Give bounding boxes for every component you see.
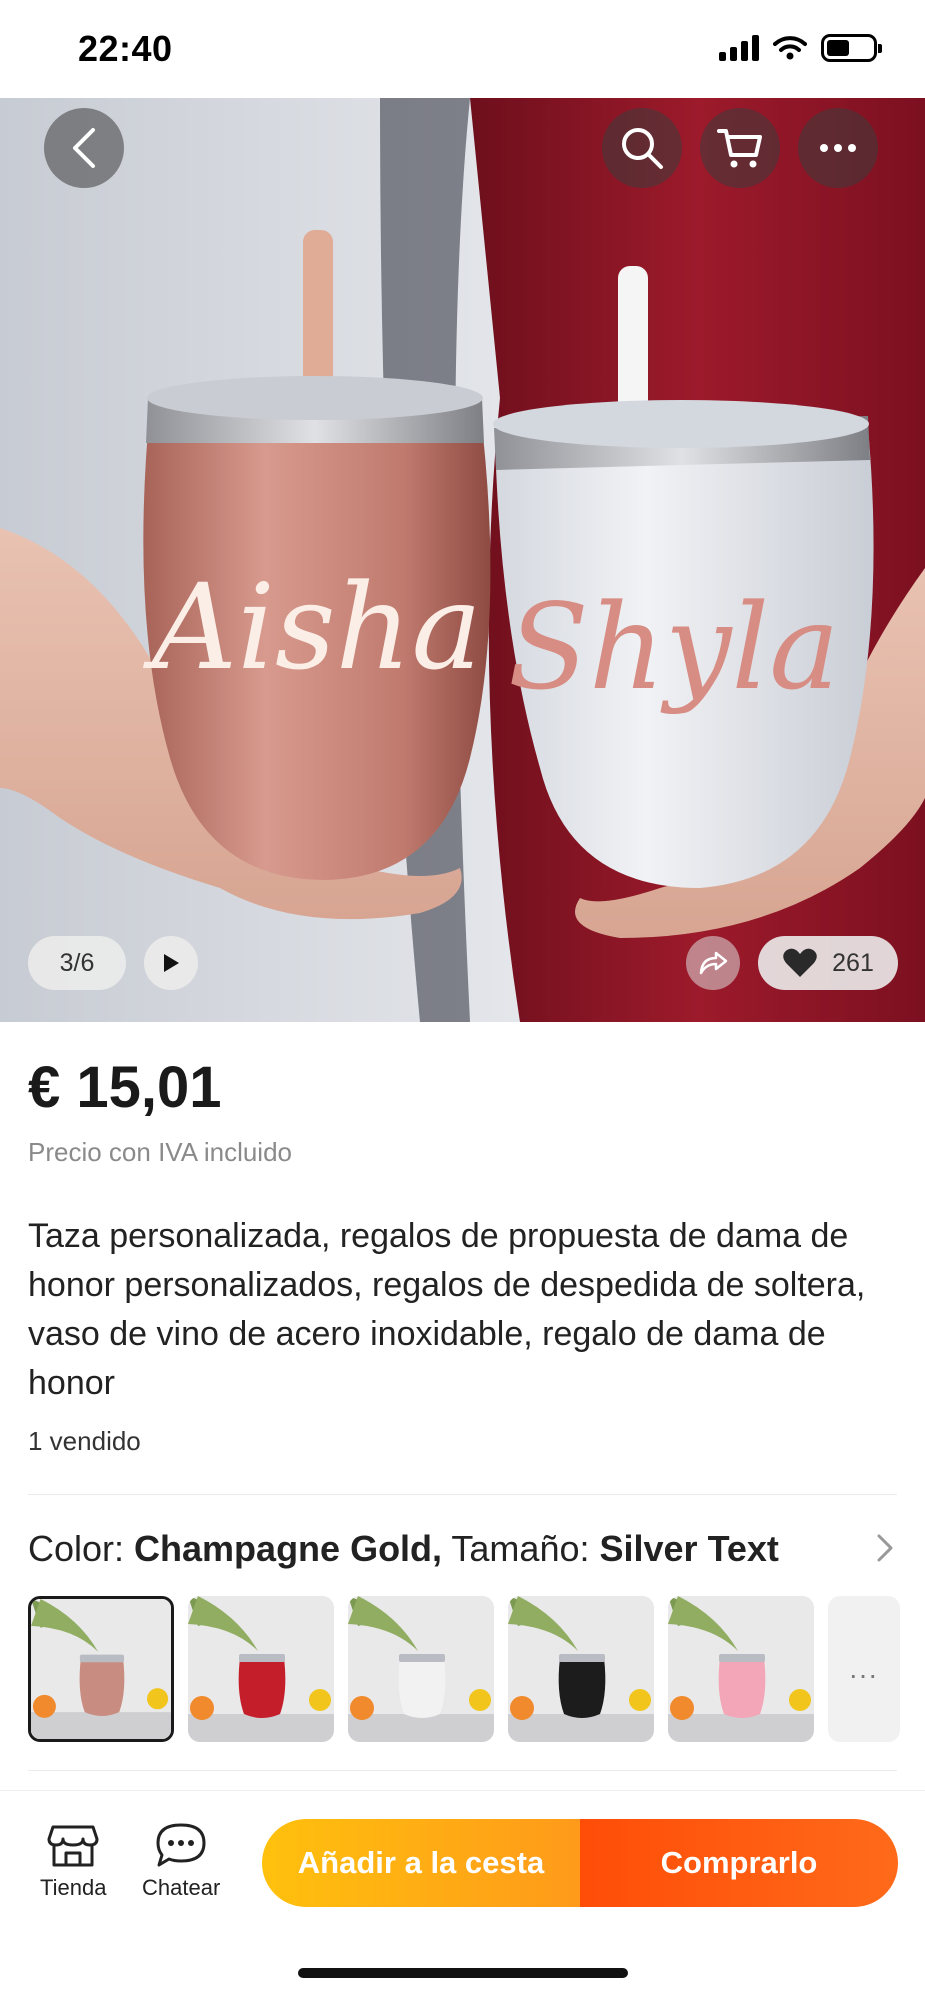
home-indicator [298,1968,628,1978]
variant-thumbnail-image [508,1596,654,1742]
variant-thumbnail[interactable] [508,1596,654,1742]
purchase-buttons: Añadir a la cesta Comprarlo [262,1819,898,1907]
variant-thumbnails: ... [28,1596,925,1742]
battery-icon [821,34,882,62]
cart-button[interactable] [700,108,780,188]
variant-thumbnail[interactable] [668,1596,814,1742]
status-icons [719,34,882,62]
variant-thumbnail-image [348,1596,494,1742]
cup-right-name: Shyla [508,578,840,716]
variant-thumbnail[interactable] [348,1596,494,1742]
image-counter-text: 3/6 [59,948,95,977]
color-label: Color: [28,1528,135,1569]
add-to-cart-button[interactable]: Añadir a la cesta [262,1819,580,1907]
product-photo: Aisha Shyla [0,98,925,1022]
more-icon [820,144,856,152]
wifi-icon [773,36,807,60]
variant-thumbnail[interactable] [28,1596,174,1742]
share-button[interactable] [686,936,740,990]
store-label: Tienda [40,1875,107,1900]
search-button[interactable] [602,108,682,188]
product-image[interactable]: Aisha Shyla 3/6 261 [0,98,925,1022]
size-value: Silver Text [599,1528,779,1569]
divider [28,1494,897,1495]
chat-button[interactable]: Chatear [142,1821,220,1901]
like-button[interactable]: 261 [758,936,898,990]
play-icon [164,954,179,972]
more-variants-button[interactable]: ... [828,1596,900,1742]
product-price: € 15,01 [28,1055,222,1120]
vat-note: Precio con IVA incluido [28,1137,292,1167]
share-icon [699,951,728,975]
back-button[interactable] [44,108,124,188]
variant-thumbnail-image [668,1596,814,1742]
chevron-right-icon[interactable] [875,1532,895,1564]
store-icon [47,1825,99,1867]
back-icon [73,128,95,168]
more-button[interactable] [798,108,878,188]
cart-icon [717,129,762,168]
store-button[interactable]: Tienda [40,1821,106,1901]
buy-now-button[interactable]: Comprarlo [580,1819,898,1907]
variant-thumbnail-image [31,1599,171,1739]
chat-icon [156,1823,206,1867]
signal-icon [719,35,759,61]
status-bar: 22:40 [0,0,925,98]
variant-thumbnail-image [188,1596,334,1742]
heart-icon [783,948,817,977]
variant-thumbnail[interactable] [188,1596,334,1742]
chat-label: Chatear [142,1875,221,1900]
cup-left-name: Aisha [143,558,482,696]
size-label: Tamaño: [442,1528,600,1569]
search-icon [622,128,663,169]
image-counter: 3/6 [28,936,126,990]
product-title: Taza personalizada, regalos de propuesta… [28,1217,866,1402]
play-button[interactable] [144,936,198,990]
sold-count: 1 vendido [28,1426,141,1456]
divider [28,1770,897,1771]
color-value: Champagne Gold, [134,1528,443,1569]
like-count: 261 [832,948,874,977]
more-variants-label: ... [849,1653,879,1684]
status-time: 22:40 [78,28,173,69]
variant-selector[interactable]: Color: Champagne Gold, Tamaño: Silver Te… [28,1528,779,1570]
